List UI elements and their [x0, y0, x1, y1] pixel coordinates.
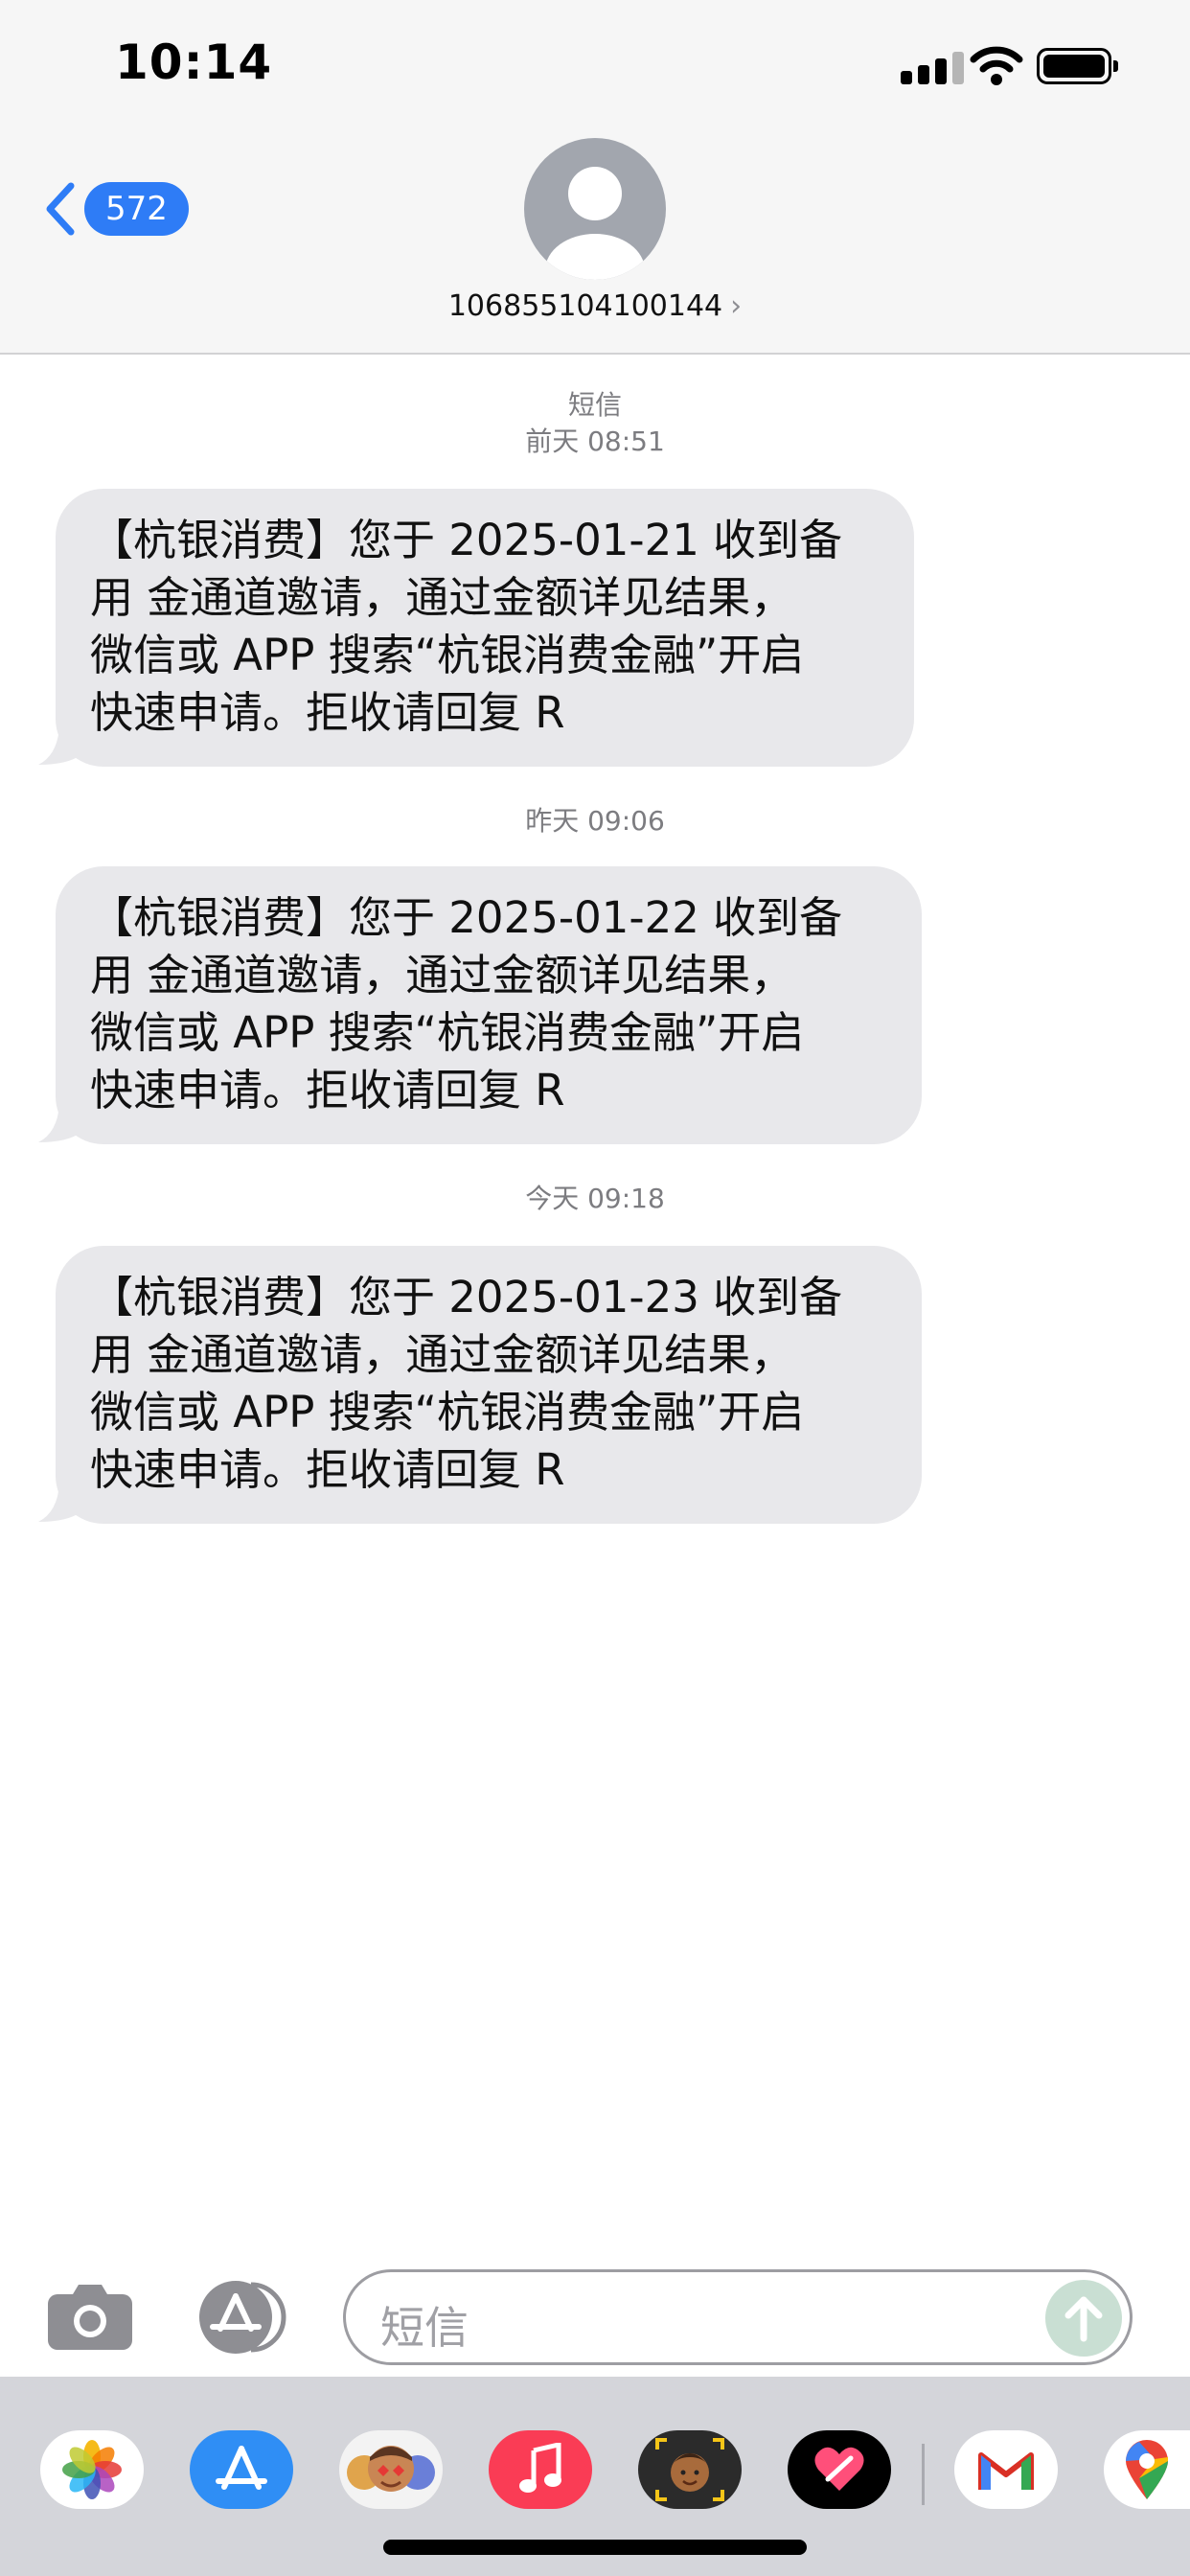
battery-icon [1037, 48, 1118, 84]
photos-icon[interactable] [40, 2430, 144, 2509]
message-line: 用 金通道邀请，通过金额详见结果， [90, 950, 794, 1000]
message-bubble[interactable]: 【杭银消费】您于 2025-01-22 收到备 用 金通道邀请，通过金额详见结果… [38, 866, 922, 1144]
back-button[interactable]: 572 [42, 178, 189, 240]
message-line: 微信或 APP 搜索“杭银消费金融”开启 [90, 1007, 805, 1058]
message-line: 【杭银消费】您于 2025-01-23 收到备 [90, 1272, 843, 1322]
message-line: 快速申请。拒收请回复 R [90, 1444, 565, 1495]
memoji-icon[interactable] [638, 2430, 742, 2509]
status-time: 10:14 [115, 34, 273, 90]
message-line: 微信或 APP 搜索“杭银消费金融”开启 [90, 1387, 805, 1438]
person-icon [545, 167, 645, 280]
home-indicator[interactable] [383, 2540, 807, 2555]
message-timestamp: 昨天 09:06 [525, 805, 665, 837]
message-line: 【杭银消费】您于 2025-01-21 收到备 [90, 515, 843, 565]
arrow-up-icon [1064, 2296, 1103, 2342]
message-input[interactable]: 短信 [343, 2269, 1133, 2365]
message-line: 快速申请。拒收请回复 R [90, 1065, 565, 1116]
bubble-tail [38, 1484, 80, 1522]
message-bubble[interactable]: 【杭银消费】您于 2025-01-21 收到备 用 金通道邀请，通过金额详见结果… [38, 489, 914, 767]
send-button[interactable] [1045, 2280, 1122, 2357]
app-store-icon[interactable] [190, 2430, 293, 2509]
message-timestamp: 前天 08:51 [525, 426, 665, 457]
message-line: 快速申请。拒收请回复 R [90, 687, 565, 738]
message-timestamp: 今天 09:18 [525, 1183, 665, 1214]
memoji-stickers-icon[interactable] [339, 2430, 443, 2509]
maps-icon[interactable] [1104, 2430, 1190, 2509]
message-line: 微信或 APP 搜索“杭银消费金融”开启 [90, 630, 805, 680]
message-line: 【杭银消费】您于 2025-01-22 收到备 [90, 892, 843, 943]
cellular-signal-icon [901, 50, 964, 84]
app-store-apps-icon[interactable] [194, 2279, 293, 2356]
contact-name[interactable]: 106855104100144 › [0, 289, 1190, 323]
digital-touch-icon[interactable] [788, 2430, 891, 2509]
music-icon[interactable] [489, 2430, 592, 2509]
unread-count-badge: 572 [84, 182, 189, 236]
camera-icon[interactable] [46, 2283, 134, 2352]
chevron-right-icon: › [730, 289, 743, 323]
message-bubble[interactable]: 【杭银消费】您于 2025-01-23 收到备 用 金通道邀请，通过金额详见结果… [38, 1246, 922, 1524]
message-input-placeholder: 短信 [380, 2302, 469, 2354]
drawer-divider [922, 2444, 925, 2505]
contact-number: 106855104100144 [447, 289, 723, 323]
message-line: 用 金通道邀请，通过金额详见结果， [90, 572, 794, 623]
message-line: 用 金通道邀请，通过金额详见结果， [90, 1329, 794, 1380]
contact-avatar[interactable] [524, 138, 666, 280]
gmail-icon[interactable] [954, 2430, 1058, 2509]
service-label: 短信 [567, 389, 622, 421]
bubble-tail [38, 726, 80, 765]
bubble-tail [38, 1104, 80, 1142]
wifi-icon [970, 46, 1023, 85]
status-bar: 10:14 [0, 0, 1190, 134]
chevron-left-icon [46, 182, 75, 236]
